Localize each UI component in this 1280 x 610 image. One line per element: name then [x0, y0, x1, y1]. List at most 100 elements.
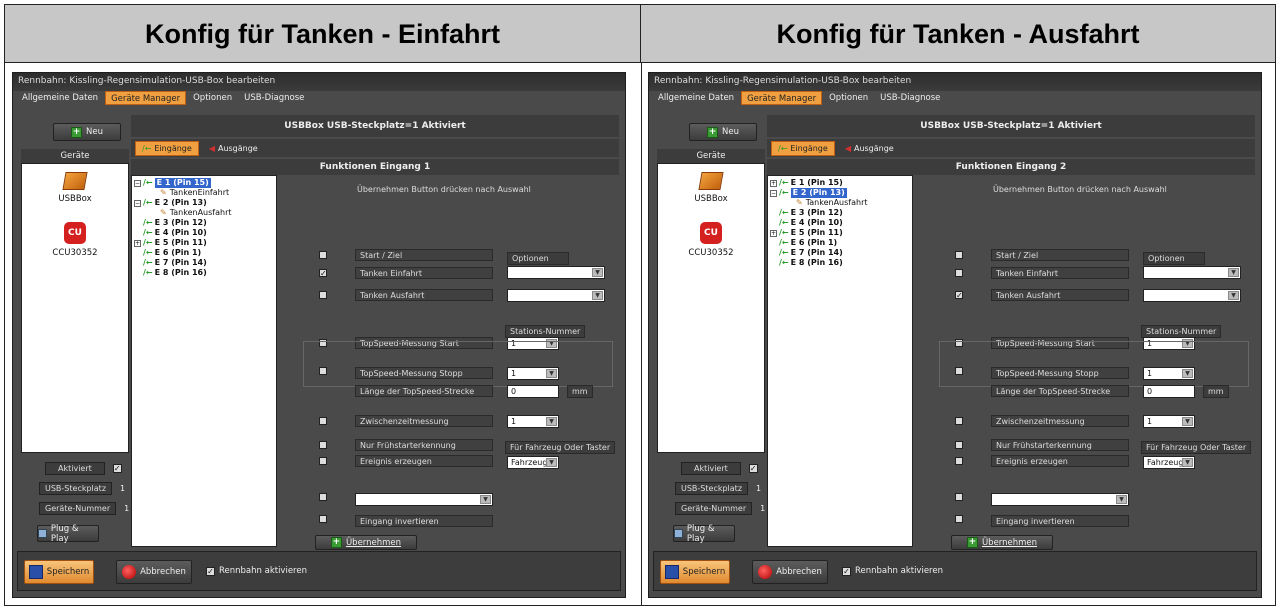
- menu-geraete-manager[interactable]: Geräte Manager: [741, 91, 823, 105]
- extra-select[interactable]: ▼: [991, 493, 1129, 506]
- rennbahn-aktivieren[interactable]: ✓ Rennbahn aktivieren: [842, 566, 943, 576]
- new-device-button[interactable]: + Neu: [689, 123, 757, 141]
- zwischenzeit-select[interactable]: 1 ▼: [1143, 415, 1195, 428]
- tab-ausgaenge[interactable]: ◀ Ausgänge: [839, 142, 900, 155]
- tab-eingaenge[interactable]: /← Eingänge: [771, 140, 835, 156]
- expand-icon[interactable]: −: [770, 189, 777, 197]
- tree-input-item[interactable]: /← E 4 (Pin 10): [770, 218, 910, 228]
- uebernehmen-button[interactable]: + Übernehmen: [315, 535, 417, 550]
- tab-ausgaenge[interactable]: ◀ Ausgänge: [203, 142, 264, 155]
- input-pin-icon: /←: [143, 228, 153, 237]
- menu-allgemeine-daten[interactable]: Allgemeine Daten: [653, 91, 739, 105]
- invertieren-checkbox[interactable]: [955, 515, 963, 523]
- laenge-input[interactable]: 0: [507, 385, 559, 398]
- tanken-ausfahrt-checkbox[interactable]: ✓: [955, 291, 963, 300]
- start-ziel-checkbox[interactable]: [319, 251, 327, 259]
- zwischenzeit-select[interactable]: 1 ▼: [507, 415, 559, 428]
- topspeed-stopp-checkbox[interactable]: [319, 367, 327, 375]
- device-ccu[interactable]: CU CCU30352: [658, 222, 764, 258]
- ereignis-checkbox[interactable]: [955, 457, 963, 465]
- menu-geraete-manager[interactable]: Geräte Manager: [105, 91, 187, 105]
- uebernehmen-button[interactable]: + Übernehmen: [951, 535, 1053, 550]
- combo-value: 1: [511, 369, 517, 378]
- tanken-einfahrt-select[interactable]: ▼: [507, 266, 605, 279]
- extra-checkbox[interactable]: [319, 493, 327, 501]
- topspeed-stopp-checkbox[interactable]: [955, 367, 963, 375]
- rennbahn-aktivieren[interactable]: ✓ Rennbahn aktivieren: [206, 566, 307, 576]
- topspeed-stopp-label: TopSpeed-Messung Stopp: [355, 367, 493, 379]
- menu-usb-diagnose[interactable]: USB-Diagnose: [239, 91, 309, 105]
- zwischenzeit-checkbox[interactable]: [955, 417, 963, 425]
- invertieren-checkbox[interactable]: [319, 515, 327, 523]
- tree-input-item[interactable]: /← E 4 (Pin 10): [134, 228, 274, 238]
- tanken-ausfahrt-checkbox[interactable]: [319, 291, 327, 299]
- aktiviert-checkbox[interactable]: ✓: [112, 463, 122, 473]
- rennbahn-checkbox[interactable]: ✓: [206, 566, 215, 576]
- plug-play-button[interactable]: Plug & Play: [37, 524, 99, 544]
- tree-input-item[interactable]: /← E 3 (Pin 12): [134, 218, 274, 228]
- device-usbbox[interactable]: USBBox: [658, 172, 764, 204]
- expand-icon[interactable]: −: [134, 179, 141, 187]
- expand-icon[interactable]: +: [770, 179, 777, 187]
- tree-function-item[interactable]: ✎ TankenAusfahrt: [770, 198, 910, 208]
- tree-input-item[interactable]: −/← E 1 (Pin 15): [134, 178, 274, 188]
- expand-icon[interactable]: +: [770, 229, 777, 237]
- menu-allgemeine-daten[interactable]: Allgemeine Daten: [17, 91, 103, 105]
- aktiviert-checkbox[interactable]: ✓: [748, 463, 758, 473]
- tanken-ausfahrt-select[interactable]: ▼: [507, 289, 605, 302]
- tree-input-item[interactable]: −/← E 2 (Pin 13): [770, 188, 910, 198]
- device-usbbox[interactable]: USBBox: [22, 172, 128, 204]
- usb-steckplatz-label: USB-Steckplatz: [39, 481, 113, 495]
- laenge-input[interactable]: 0: [1143, 385, 1195, 398]
- menu-optionen[interactable]: Optionen: [824, 91, 873, 105]
- device-ccu[interactable]: CU CCU30352: [22, 222, 128, 258]
- tree-input-item[interactable]: −/← E 2 (Pin 13): [134, 198, 274, 208]
- tree-input-item[interactable]: /← E 6 (Pin 1): [770, 238, 910, 248]
- cancel-button[interactable]: Abbrechen: [116, 560, 192, 584]
- chevron-down-icon: ▼: [592, 291, 603, 300]
- tree-function-item[interactable]: ✎ TankenAusfahrt: [134, 208, 274, 218]
- menu-usb-diagnose[interactable]: USB-Diagnose: [875, 91, 945, 105]
- tree-function-item[interactable]: ✎ TankenEinfahrt: [134, 188, 274, 198]
- save-button[interactable]: Speichern: [660, 560, 730, 584]
- extra-checkbox[interactable]: [955, 493, 963, 501]
- tree-input-item[interactable]: /← E 8 (Pin 16): [770, 258, 910, 268]
- fuer-fahrzeug-label: Für Fahrzeug Oder Taster: [1141, 441, 1252, 454]
- topspeed-stopp-select[interactable]: 1 ▼: [507, 367, 559, 380]
- extra-select[interactable]: ▼: [355, 493, 493, 506]
- rennbahn-checkbox[interactable]: ✓: [842, 566, 851, 576]
- plug-play-button[interactable]: Plug & Play: [673, 524, 735, 544]
- tanken-einfahrt-checkbox[interactable]: ✓: [319, 269, 327, 278]
- start-ziel-checkbox[interactable]: [955, 251, 963, 259]
- tanken-ausfahrt-select[interactable]: ▼: [1143, 289, 1241, 302]
- fahrzeug-select[interactable]: Fahrzeug ▼: [1143, 456, 1195, 469]
- input-pin-icon: /←: [779, 238, 789, 247]
- combo-value: Fahrzeug: [511, 458, 548, 467]
- nur-fruehstart-checkbox[interactable]: [955, 441, 963, 449]
- cancel-button[interactable]: Abbrechen: [752, 560, 828, 584]
- device-list: USBBox CU CCU30352: [657, 163, 765, 453]
- tree-input-item[interactable]: /← E 8 (Pin 16): [134, 268, 274, 278]
- fahrzeug-select[interactable]: Fahrzeug ▼: [507, 456, 559, 469]
- ereignis-checkbox[interactable]: [319, 457, 327, 465]
- tanken-einfahrt-select[interactable]: ▼: [1143, 266, 1241, 279]
- tree-input-item[interactable]: /← E 6 (Pin 1): [134, 248, 274, 258]
- tree-input-item[interactable]: /← E 7 (Pin 14): [134, 258, 274, 268]
- tree-input-item[interactable]: +/← E 5 (Pin 11): [134, 238, 274, 248]
- tree-input-item[interactable]: /← E 3 (Pin 12): [770, 208, 910, 218]
- expand-icon[interactable]: +: [134, 239, 141, 247]
- menu-optionen[interactable]: Optionen: [188, 91, 237, 105]
- expand-icon[interactable]: −: [134, 199, 141, 207]
- nur-fruehstart-checkbox[interactable]: [319, 441, 327, 449]
- save-button[interactable]: Speichern: [24, 560, 94, 584]
- optionen-button[interactable]: Optionen: [507, 252, 569, 265]
- topspeed-stopp-select[interactable]: 1 ▼: [1143, 367, 1195, 380]
- tab-eingaenge[interactable]: /← Eingänge: [135, 140, 199, 156]
- tree-input-item[interactable]: +/← E 5 (Pin 11): [770, 228, 910, 238]
- tree-input-item[interactable]: +/← E 1 (Pin 15): [770, 178, 910, 188]
- new-device-button[interactable]: + Neu: [53, 123, 121, 141]
- tanken-einfahrt-checkbox[interactable]: [955, 269, 963, 277]
- optionen-button[interactable]: Optionen: [1143, 252, 1205, 265]
- zwischenzeit-checkbox[interactable]: [319, 417, 327, 425]
- tree-input-item[interactable]: /← E 7 (Pin 14): [770, 248, 910, 258]
